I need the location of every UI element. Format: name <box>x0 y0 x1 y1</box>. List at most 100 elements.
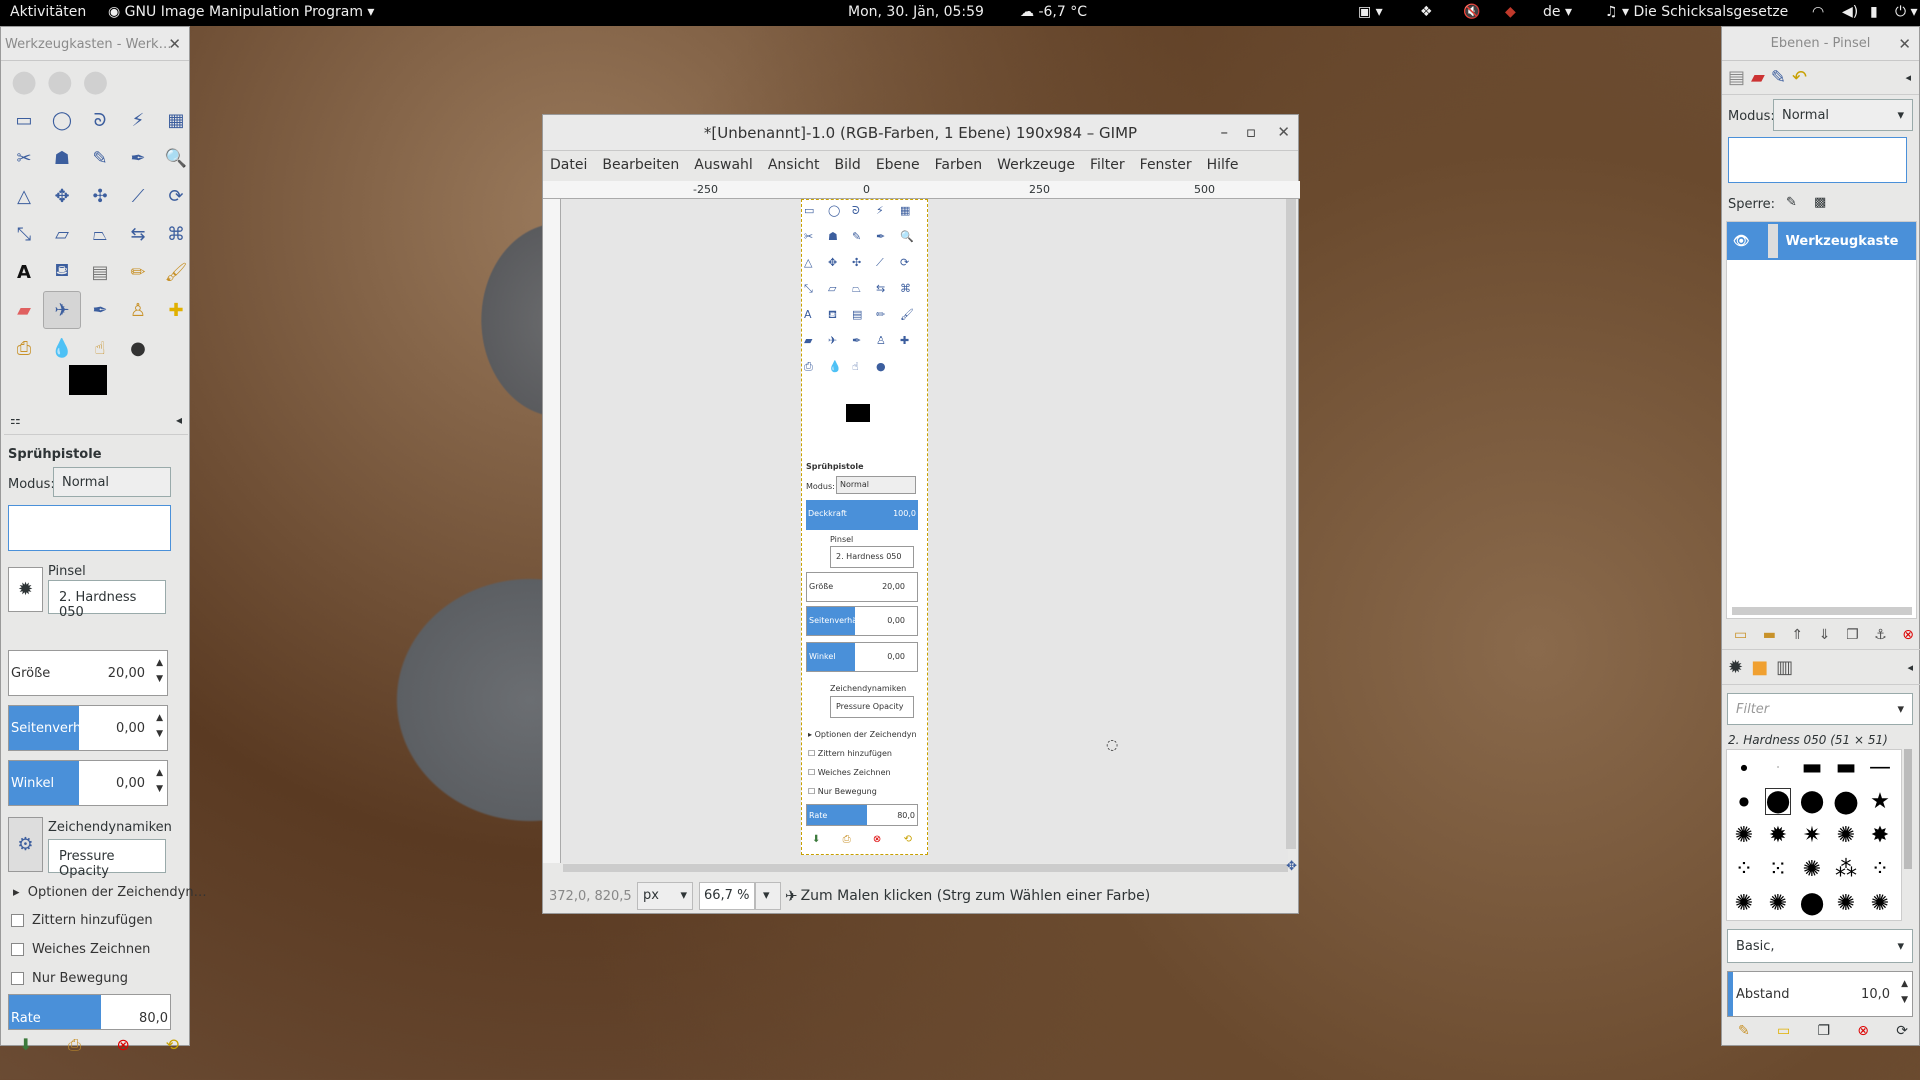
menu-item[interactable]: Bild <box>835 157 861 175</box>
menu-item[interactable]: Ebene <box>876 157 920 175</box>
align-icon[interactable]: ✣ <box>81 177 119 215</box>
spacing-slider[interactable]: Abstand 10,0 ▲ ▼ <box>1727 971 1913 1017</box>
bucket-fill-icon[interactable]: ⛾ <box>43 253 81 291</box>
power-icon[interactable]: ⏻ ▾ <box>1895 4 1918 20</box>
raise-icon[interactable]: ⇑ <box>1792 627 1804 643</box>
weather[interactable]: ☁ -6,7 °C <box>1020 4 1087 20</box>
smudge-icon[interactable]: ☝ <box>81 329 119 367</box>
eraser-icon[interactable]: ▰ <box>5 291 43 329</box>
layer-row[interactable]: 👁 Werkzeugkaste <box>1727 222 1916 260</box>
crop-icon[interactable]: ⟋ <box>119 177 157 215</box>
minimize-icon[interactable]: – <box>1221 123 1229 141</box>
zoom-icon[interactable]: 🔍 <box>157 139 195 177</box>
language-selector[interactable]: de ▾ <box>1543 4 1572 20</box>
mode-dropdown[interactable]: Normal <box>53 467 171 497</box>
lock-alpha-icon[interactable]: ▩ <box>1814 195 1826 210</box>
dynamics-field[interactable]: Pressure Opacity <box>48 839 166 879</box>
aspect-slider[interactable]: Seitenverhält… 0,00 ▲ ▼ <box>8 705 168 751</box>
spin-arrows-icon[interactable]: ▲ ▼ <box>1901 976 1908 1008</box>
fuzzy-select-icon[interactable]: ⚡ <box>119 101 157 139</box>
patterns-tab-icon[interactable]: ■ <box>1751 657 1768 678</box>
brush-filter-field[interactable]: Filter ▾ <box>1727 693 1913 725</box>
zoom-field[interactable]: 66,7 % <box>699 882 755 910</box>
layers-tab-icon[interactable]: ▤ <box>1728 67 1745 88</box>
duplicate-icon[interactable]: ❐ <box>1846 627 1859 643</box>
text-icon[interactable]: A <box>5 253 43 291</box>
battery-icon[interactable]: ▮ <box>1870 4 1878 20</box>
new-layer-icon[interactable]: ▭ <box>1734 627 1747 643</box>
gradient-icon[interactable]: ▤ <box>81 253 119 291</box>
cage-icon[interactable]: ⌘ <box>157 215 195 253</box>
image-titlebar[interactable]: *[Unbenannt]-1.0 (RGB-Farben, 1 Ebene) 1… <box>543 115 1298 151</box>
angle-slider[interactable]: Winkel 0,00 ▲ ▼ <box>8 760 168 806</box>
dodge-burn-icon[interactable]: ● <box>119 329 157 367</box>
ink-icon[interactable]: ✒ <box>81 291 119 329</box>
close-icon[interactable]: ✕ <box>168 35 181 53</box>
menu-item[interactable]: Ansicht <box>768 157 820 175</box>
navigate-icon[interactable]: ✥ <box>1286 859 1297 874</box>
layers-opacity-slider[interactable]: Deckkraft 100,0 <box>1728 137 1907 183</box>
rate-slider[interactable]: Rate 80,0 <box>8 994 171 1030</box>
unit-dropdown[interactable]: px ▾ <box>637 882 693 910</box>
blur-icon[interactable]: 💧 <box>43 329 81 367</box>
brush-preview-icon[interactable]: ✹ <box>8 567 43 612</box>
jitter-checkbox[interactable]: Zittern hinzufügen <box>11 913 153 928</box>
perspective-icon[interactable]: ⏢ <box>81 215 119 253</box>
canvas-area[interactable]: ▭ ◯ ᘐ ⚡ ▦ ✂ ☗ ✎ ✒ 🔍 △ ✥ ✣ ⟋ ⟳ ⤡ ▱ ⏢ ⇆ ⌘ A ⛾ ▤ ✏ 🖌 ▰ ✈ ✒ ♙ ✚ ⎙ 💧 ☝ ●… <box>561 199 1288 863</box>
color-select-icon[interactable]: ▦ <box>157 101 195 139</box>
scissors-icon[interactable]: ✂ <box>5 139 43 177</box>
duplicate-brush-icon[interactable]: ❐ <box>1817 1023 1830 1039</box>
layers-titlebar[interactable]: Ebenen - Pinsel ✕ <box>1722 27 1919 61</box>
wifi-icon[interactable]: ◠ <box>1812 4 1824 20</box>
shear-icon[interactable]: ▱ <box>43 215 81 253</box>
dock-menu-icon[interactable]: ◂ <box>1907 661 1913 674</box>
brush-preset-dropdown[interactable]: Basic, ▾ <box>1727 929 1913 963</box>
toolbox-titlebar[interactable]: Werkzeugkasten - Werk… ✕ <box>1 27 189 61</box>
music-icon[interactable]: ♫ ▾ Die Schicksalsgesetze <box>1605 4 1788 20</box>
tool-options-tab[interactable]: ⚏ ◂ <box>4 407 188 435</box>
menu-item[interactable]: Fenster <box>1140 157 1192 175</box>
spin-arrows-icon[interactable]: ▲ ▼ <box>156 765 163 797</box>
eye-icon[interactable]: 👁 <box>1733 234 1750 249</box>
channels-tab-icon[interactable]: ▰ <box>1751 67 1765 88</box>
lower-icon[interactable]: ⇓ <box>1819 627 1831 643</box>
screenshot-icon[interactable]: ▣ ▾ <box>1358 4 1383 20</box>
foreground-color[interactable] <box>69 365 107 395</box>
menu-item[interactable]: Filter <box>1090 157 1125 175</box>
smooth-checkbox[interactable]: Weiches Zeichnen <box>11 942 150 957</box>
scale-icon[interactable]: ⤡ <box>5 215 43 253</box>
mute-icon[interactable]: 🔇 <box>1463 4 1480 20</box>
menu-item[interactable]: Auswahl <box>694 157 753 175</box>
ellipse-select-icon[interactable]: ◯ <box>43 101 81 139</box>
refresh-brushes-icon[interactable]: ⟳ <box>1896 1023 1908 1039</box>
delete-layer-icon[interactable]: ⊗ <box>1902 627 1914 643</box>
spin-arrows-icon[interactable]: ▲ ▼ <box>156 710 163 742</box>
layers-scrollbar[interactable] <box>1732 607 1912 615</box>
menu-item[interactable]: Bearbeiten <box>602 157 679 175</box>
foreground-select-icon[interactable]: ☗ <box>43 139 81 177</box>
horizontal-scrollbar[interactable] <box>563 864 1288 872</box>
clock[interactable]: Mon, 30. Jän, 05:59 <box>848 4 984 20</box>
brushes-tab-icon[interactable]: ✹ <box>1728 657 1743 678</box>
ruby-icon[interactable]: ◆ <box>1505 4 1516 20</box>
lock-pixels-icon[interactable]: ✎ <box>1786 195 1797 210</box>
color-picker-icon[interactable]: ✒ <box>119 139 157 177</box>
edit-brush-icon[interactable]: ✎ <box>1738 1023 1750 1039</box>
opacity-slider[interactable]: Deckkraft 100,0 <box>8 505 171 551</box>
delete-options-icon[interactable]: ⊗ <box>117 1035 130 1055</box>
brush-field[interactable]: 2. Hardness 050 <box>48 580 166 620</box>
dynamics-icon[interactable]: ⚙ <box>8 817 43 872</box>
maximize-icon[interactable]: ▫ <box>1246 123 1256 141</box>
rotate-icon[interactable]: ⟳ <box>157 177 195 215</box>
measure-icon[interactable]: △ <box>5 177 43 215</box>
undo-tab-icon[interactable]: ↶ <box>1792 67 1807 88</box>
spin-arrows-icon[interactable]: ▲ ▼ <box>156 655 163 687</box>
rect-select-icon[interactable]: ▭ <box>5 101 43 139</box>
gradients-tab-icon[interactable]: ▥ <box>1776 657 1793 678</box>
menu-item[interactable]: Datei <box>550 157 587 175</box>
move-icon[interactable]: ✥ <box>43 177 81 215</box>
paths-tab-icon[interactable]: ✎ <box>1771 67 1786 88</box>
flip-icon[interactable]: ⇆ <box>119 215 157 253</box>
anchor-icon[interactable]: ⚓ <box>1874 627 1887 643</box>
paintbrush-icon[interactable]: 🖌 <box>157 253 195 291</box>
